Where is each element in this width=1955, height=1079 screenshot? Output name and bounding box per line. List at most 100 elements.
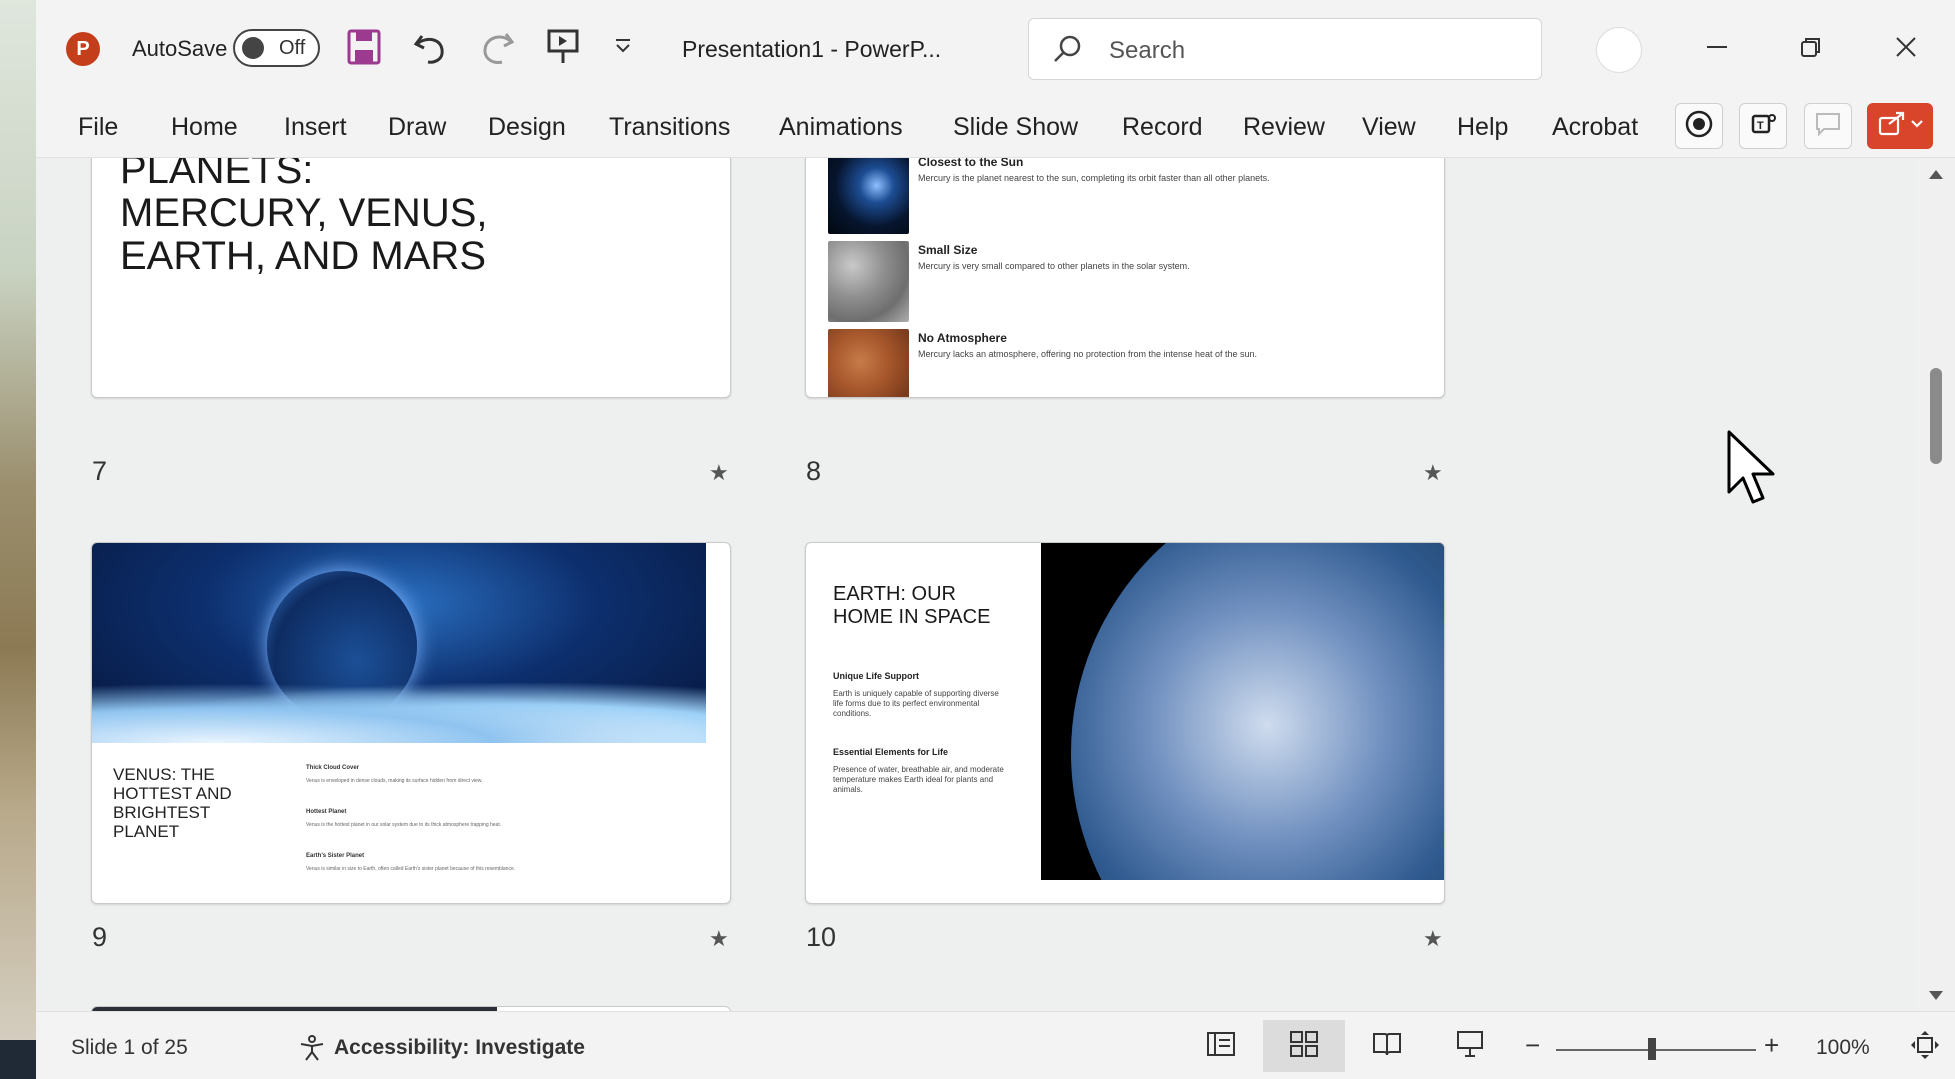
- redo-icon[interactable]: [478, 28, 516, 66]
- slide-sorter-view-button[interactable]: [1263, 1020, 1345, 1072]
- search-icon: [1051, 33, 1083, 70]
- zoom-out-button[interactable]: −: [1525, 1030, 1540, 1061]
- slide-8-heading-1: Closest to the Sun: [918, 158, 1024, 169]
- status-bar: Slide 1 of 25 Accessibility: Investigate…: [36, 1011, 1955, 1079]
- slide-number-9: 9: [92, 922, 108, 952]
- zoom-in-button[interactable]: +: [1764, 1030, 1779, 1061]
- avatar[interactable]: [1596, 27, 1642, 73]
- close-icon[interactable]: [1894, 35, 1918, 59]
- undo-icon[interactable]: [412, 28, 450, 66]
- slide-8-text-1: Mercury is the planet nearest to the sun…: [918, 173, 1270, 183]
- slide-8-surface-image: [828, 241, 909, 322]
- earth-globe: [1071, 543, 1444, 880]
- normal-view-button[interactable]: [1180, 1020, 1262, 1072]
- document-title: Presentation1 - PowerP...: [682, 36, 942, 62]
- slide-9-heading-2: Hottest Planet: [306, 809, 347, 815]
- vertical-scrollbar[interactable]: [1916, 158, 1955, 1011]
- slide-8-text-3: Mercury lacks an atmosphere, offering no…: [918, 349, 1258, 359]
- slide-thumbnail-10[interactable]: EARTH: OUR HOME IN SPACE Unique Life Sup…: [805, 542, 1445, 904]
- slide-8-heading-2: Small Size: [918, 243, 978, 257]
- title-bar: [36, 0, 1955, 96]
- toggle-knob: [242, 37, 264, 59]
- autosave-toggle[interactable]: Off: [233, 29, 320, 67]
- tab-file[interactable]: File: [78, 113, 118, 142]
- slide-sorter-area: PLANETS: MERCURY, VENUS, EARTH, AND MARS…: [36, 158, 1916, 1011]
- autosave-label: AutoSave: [132, 36, 228, 61]
- teams-icon: T: [1748, 109, 1778, 144]
- slide-counter[interactable]: Slide 1 of 25: [71, 1036, 188, 1060]
- slide-8-text-2: Mercury is very small compared to other …: [918, 261, 1190, 271]
- tab-insert[interactable]: Insert: [284, 113, 347, 142]
- record-button[interactable]: [1675, 103, 1723, 149]
- slide-thumbnail-9[interactable]: VENUS: THE HOTTEST AND BRIGHTEST PLANET …: [91, 542, 731, 904]
- accessibility-icon: [298, 1034, 326, 1067]
- tab-design[interactable]: Design: [488, 113, 566, 142]
- slide-9-heading-1: Thick Cloud Cover: [306, 765, 360, 771]
- tab-slide-show[interactable]: Slide Show: [953, 113, 1078, 142]
- tab-draw[interactable]: Draw: [388, 113, 446, 142]
- reading-view-button[interactable]: [1346, 1020, 1428, 1072]
- slide-9-night-sky-image: [92, 543, 706, 743]
- taskbar-edge: [0, 1040, 36, 1079]
- slide-9-text-2: Venus is the hottest planet in our solar…: [306, 822, 502, 828]
- powerpoint-logo-icon: P: [66, 32, 100, 66]
- slide-10-earth-image: [1041, 543, 1444, 880]
- present-icon[interactable]: [546, 28, 580, 66]
- zoom-level[interactable]: 100%: [1816, 1036, 1870, 1060]
- slideshow-view-icon: [1456, 1030, 1484, 1063]
- slide-thumbnail-7[interactable]: PLANETS: MERCURY, VENUS, EARTH, AND MARS: [91, 158, 731, 398]
- reading-view-icon: [1372, 1031, 1402, 1062]
- record-icon: [1684, 109, 1714, 144]
- slide-8-sun-image: [828, 158, 909, 234]
- search-box[interactable]: Search: [1028, 18, 1542, 80]
- slide-9-title: VENUS: THE HOTTEST AND BRIGHTEST PLANET: [113, 765, 232, 841]
- star-icon: ★: [709, 926, 729, 951]
- share-button[interactable]: [1867, 103, 1933, 149]
- slide-thumbnail-8[interactable]: Closest to the Sun Mercury is the planet…: [805, 158, 1445, 398]
- zoom-slider-thumb[interactable]: [1648, 1038, 1656, 1060]
- zoom-slider-track[interactable]: [1556, 1049, 1756, 1051]
- save-icon[interactable]: [346, 28, 382, 66]
- normal-view-icon: [1206, 1031, 1236, 1062]
- slide-9-text-3: Venus is similar in size to Earth, often…: [306, 866, 516, 872]
- customize-toolbar-icon[interactable]: [612, 36, 634, 56]
- slide-number-7: 7: [92, 456, 108, 486]
- autosave-state: Off: [279, 37, 306, 59]
- tab-view[interactable]: View: [1362, 113, 1416, 142]
- tab-help[interactable]: Help: [1457, 113, 1508, 142]
- minimize-icon[interactable]: [1705, 35, 1729, 59]
- slide-10-text-2: Presence of water, breathable air, and m…: [833, 765, 1004, 794]
- tab-transitions[interactable]: Transitions: [609, 113, 730, 142]
- slide-number-8: 8: [806, 456, 822, 486]
- star-icon: ★: [1423, 926, 1443, 951]
- tab-acrobat[interactable]: Acrobat: [1552, 113, 1638, 142]
- slide-7-title: PLANETS: MERCURY, VENUS, EARTH, AND MARS: [120, 158, 488, 278]
- restore-icon[interactable]: [1799, 35, 1823, 59]
- desktop-background: [0, 0, 36, 1079]
- tab-record[interactable]: Record: [1122, 113, 1203, 142]
- slide-number-10: 10: [806, 922, 837, 952]
- accessibility-status[interactable]: Accessibility: Investigate: [334, 1036, 585, 1060]
- slide-8-terrain-image: [828, 329, 909, 397]
- tab-animations[interactable]: Animations: [779, 113, 903, 142]
- tab-home[interactable]: Home: [171, 113, 238, 142]
- star-icon: ★: [1423, 460, 1443, 485]
- scroll-up-arrow-icon[interactable]: [1928, 168, 1944, 180]
- mouse-cursor-icon: [1727, 430, 1781, 513]
- slideshow-view-button[interactable]: [1429, 1020, 1511, 1072]
- comments-button[interactable]: [1804, 103, 1852, 149]
- scrollbar-thumb[interactable]: [1930, 368, 1942, 464]
- slide-8-heading-3: No Atmosphere: [918, 331, 1007, 345]
- svg-text:T: T: [1757, 120, 1764, 132]
- scroll-down-arrow-icon[interactable]: [1928, 990, 1944, 1002]
- slide-10-text-1: Earth is uniquely capable of supporting …: [833, 689, 999, 718]
- fit-slide-icon[interactable]: [1910, 1030, 1940, 1065]
- slide-10-title: EARTH: OUR HOME IN SPACE: [833, 583, 991, 628]
- search-placeholder: Search: [1109, 37, 1186, 64]
- tab-review[interactable]: Review: [1243, 113, 1325, 142]
- teams-button[interactable]: T: [1739, 103, 1787, 149]
- slide-9-text-1: Venus is enveloped in dense clouds, maki…: [306, 778, 483, 784]
- comments-icon: [1814, 111, 1842, 142]
- star-icon: ★: [709, 460, 729, 485]
- slide-10-heading-1: Unique Life Support: [833, 671, 919, 681]
